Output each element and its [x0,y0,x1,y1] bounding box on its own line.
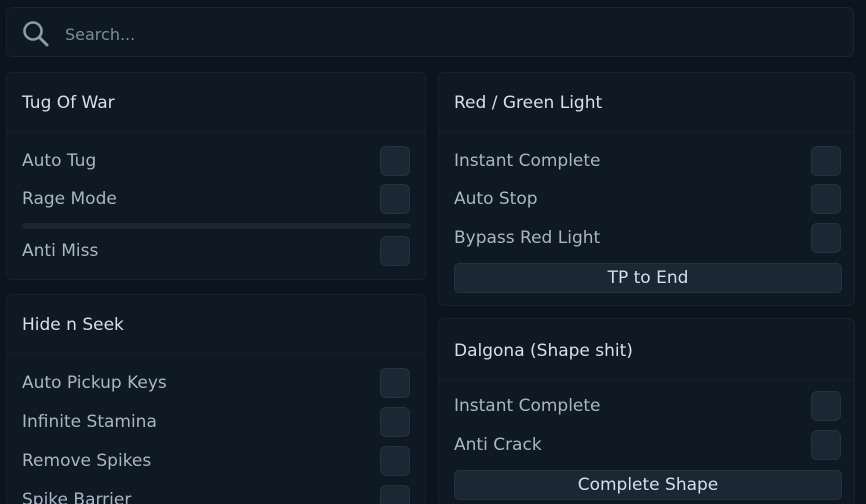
toggle-row-auto-tug[interactable]: Auto Tug [7,143,425,179]
panel-title: Red / Green Light [454,93,603,113]
auto-stop-checkbox[interactable] [811,184,841,214]
auto-tug-checkbox[interactable] [380,146,410,176]
infinite-stamina-checkbox[interactable] [380,407,410,437]
divider [7,131,425,132]
complete-shape-button[interactable]: Complete Shape [454,470,842,500]
divider [439,379,854,380]
toggle-row-anti-miss[interactable]: Anti Miss [7,233,425,269]
instant-complete-checkbox[interactable] [811,146,841,176]
auto-pickup-keys-checkbox[interactable] [380,368,410,398]
remove-spikes-checkbox[interactable] [380,446,410,476]
toggle-row-infinite-stamina[interactable]: Infinite Stamina [7,404,425,440]
anti-crack-checkbox[interactable] [811,430,841,460]
toggle-row-spike-barrier[interactable]: Spike Barrier [7,482,425,504]
toggle-row-anti-crack[interactable]: Anti Crack [439,427,854,463]
search-input[interactable] [63,18,827,50]
tp-to-end-button[interactable]: TP to End [454,263,842,293]
panel-title: Hide n Seek [22,315,124,335]
toggle-row-bypass-red-light[interactable]: Bypass Red Light [439,220,854,256]
panel-red-green-light: Red / Green Light Instant Complete Auto … [438,72,855,306]
toggle-label: Rage Mode [22,189,117,209]
toggle-row-instant-complete[interactable]: Instant Complete [439,143,854,179]
toggle-label: Auto Pickup Keys [22,373,167,393]
toggle-row-instant-complete[interactable]: Instant Complete [439,388,854,424]
divider [439,131,854,132]
toggle-label: Remove Spikes [22,451,152,471]
divider [7,353,425,354]
rage-mode-slider[interactable] [22,223,411,229]
toggle-label: Anti Crack [454,435,542,455]
spike-barrier-checkbox[interactable] [380,485,410,504]
toggle-row-rage-mode[interactable]: Rage Mode [7,181,425,217]
rage-mode-checkbox[interactable] [380,184,410,214]
toggle-row-auto-stop[interactable]: Auto Stop [439,181,854,217]
search-icon [23,21,49,47]
instant-complete-checkbox[interactable] [811,391,841,421]
toggle-label: Bypass Red Light [454,228,601,248]
toggle-label: Spike Barrier [22,490,132,504]
bypass-red-light-checkbox[interactable] [811,223,841,253]
toggle-label: Instant Complete [454,396,601,416]
toggle-label: Anti Miss [22,241,99,261]
toggle-label: Auto Stop [454,189,538,209]
panel-title: Tug Of War [22,93,115,113]
search-bar [6,7,854,57]
panel-title: Dalgona (Shape shit) [454,341,633,361]
toggle-label: Auto Tug [22,151,97,171]
toggle-label: Infinite Stamina [22,412,157,432]
app-root: Tug Of War Auto Tug Rage Mode Anti Miss … [0,0,866,504]
panel-hide-n-seek: Hide n Seek Auto Pickup Keys Infinite St… [6,294,426,504]
toggle-label: Instant Complete [454,151,601,171]
panel-tug-of-war: Tug Of War Auto Tug Rage Mode Anti Miss [6,72,426,280]
panel-dalgona: Dalgona (Shape shit) Instant Complete An… [438,318,855,504]
anti-miss-checkbox[interactable] [380,236,410,266]
toggle-row-remove-spikes[interactable]: Remove Spikes [7,443,425,479]
toggle-row-auto-pickup-keys[interactable]: Auto Pickup Keys [7,365,425,401]
